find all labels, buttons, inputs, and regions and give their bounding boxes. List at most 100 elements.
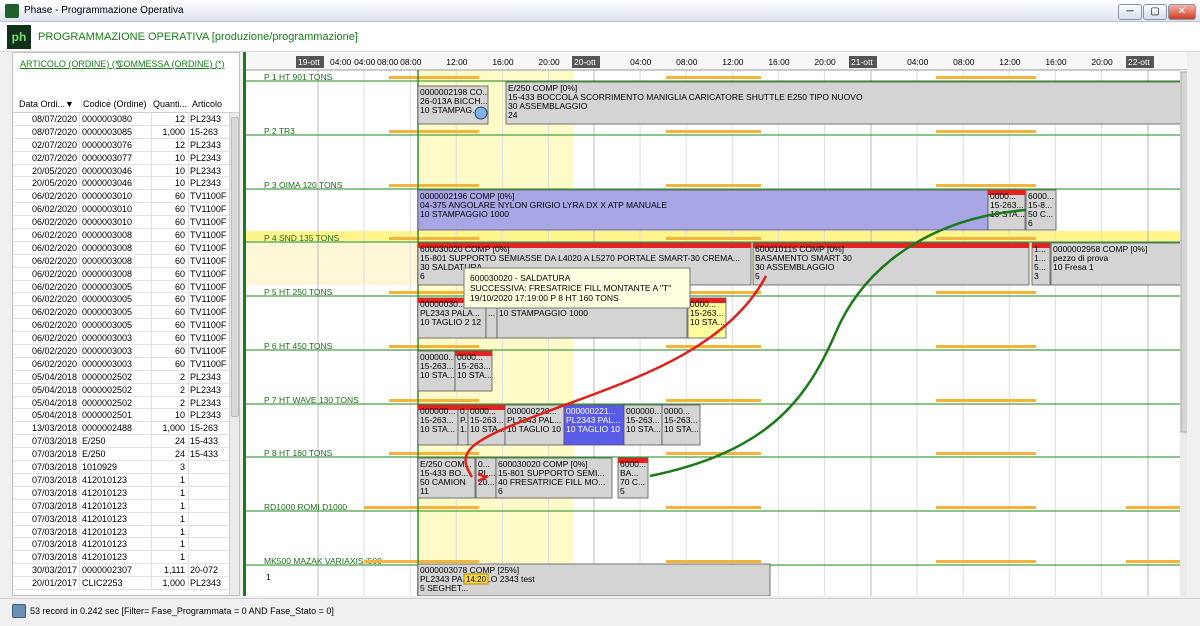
table-row[interactable]: 20/01/2017 CLIC2253 1,000 PL2343 — [13, 577, 239, 590]
table-row[interactable]: 08/07/2020 0000003080 12 PL2343 — [13, 113, 239, 126]
table-row[interactable]: 06/02/2020 0000003010 60 TV1100F — [13, 190, 239, 204]
task-text: 11 — [420, 486, 429, 496]
table-row[interactable]: 05/04/2018 0000002501 10 PL2343 — [13, 409, 239, 423]
cell-quantita: 60 — [174, 320, 185, 331]
table-row[interactable]: 06/02/2020 0000003005 60 TV1100F — [13, 306, 239, 320]
cell-codice: 0000002502 — [82, 384, 133, 395]
column-divider — [151, 486, 152, 499]
table-row[interactable]: 05/04/2018 0000002502 2 PL2343 — [13, 396, 239, 410]
table-row[interactable]: 06/02/2020 0000003005 60 TV1100F — [13, 280, 239, 294]
task-bar[interactable]: 000000...15-263...10 STA... — [623, 404, 663, 446]
table-row[interactable]: 13/03/2018 0000002488 1,000 15-263 — [13, 422, 239, 436]
availability-bar — [389, 130, 479, 133]
task-bar[interactable]: 0000...15-263...10 STA... — [661, 404, 701, 446]
table-row[interactable]: 06/02/2020 0000003010 60 TV1100F — [13, 203, 239, 217]
column-divider — [151, 512, 152, 525]
cell-quantita: 60 — [174, 294, 185, 305]
column-divider — [79, 396, 80, 409]
table-row[interactable]: 02/07/2020 0000003077 10 PL2343 — [13, 151, 239, 165]
close-button[interactable]: ✕ — [1168, 4, 1196, 20]
table-row[interactable]: 07/03/2018 412010123 1 — [13, 473, 239, 487]
task-bar[interactable]: 6000...BA...70 C...5 — [617, 457, 649, 499]
task-block[interactable] — [505, 81, 1187, 125]
column-divider — [79, 293, 80, 306]
table-row[interactable]: 06/02/2020 0000003008 60 TV1100F — [13, 254, 239, 268]
table-row[interactable]: 05/04/2018 0000002502 2 PL2343 — [13, 383, 239, 397]
table-row[interactable]: 07/03/2018 E/250 24 15-433 — [13, 435, 239, 449]
column-divider — [188, 177, 189, 190]
table-row[interactable]: 07/03/2018 412010123 1 — [13, 538, 239, 552]
column-divider — [79, 370, 80, 383]
column-divider — [188, 422, 189, 435]
table-row[interactable]: 06/02/2020 0000003003 60 TV1100F — [13, 357, 239, 371]
table-row[interactable]: 20/05/2020 0000003046 10 PL2343 — [13, 177, 239, 191]
cell-quantita: 10 — [174, 152, 185, 163]
gantt-chart[interactable]: 19-ott 04:00 08:00 12:00 16:00 20:00 20-ott 04:… — [243, 52, 1187, 596]
table-row[interactable]: 06/02/2020 0000003008 60 TV1100F — [13, 267, 239, 281]
table-row[interactable]: 07/03/2018 E/250 24 15-433 — [13, 448, 239, 462]
gantt-scrollbar-thumb[interactable] — [1180, 71, 1187, 433]
column-header-articolo[interactable]: Articolo — [192, 99, 222, 109]
table-row[interactable]: 07/03/2018 412010123 1 — [13, 551, 239, 565]
table-row[interactable]: 07/03/2018 412010123 1 — [13, 486, 239, 500]
cell-codice: 0000003076 — [82, 139, 133, 150]
vertical-scrollbar[interactable] — [229, 113, 239, 595]
task-bar[interactable]: 0000002196 COMP [0%]04-375 ANGOLARE NYLO… — [417, 189, 989, 231]
column-divider — [188, 216, 189, 229]
column-divider — [151, 125, 152, 138]
table-row[interactable]: 07/03/2018 1010929 3 — [13, 461, 239, 474]
task-bar[interactable]: E/250 COMP [0%]15-433 BOCCOLA SCORRIMENT… — [505, 81, 1187, 125]
availability-bar — [389, 506, 479, 509]
table-row[interactable]: 06/02/2020 0000003010 60 TV1100F — [13, 216, 239, 230]
gantt-canvas[interactable]: 19-ott 04:00 08:00 12:00 16:00 20:00 20-ott 04:… — [246, 52, 1187, 596]
table-row[interactable]: 20/05/2020 0000003046 10 PL2343 — [13, 164, 239, 178]
resource-label: P 5 HT 250 TONS — [264, 287, 333, 297]
task-bar[interactable]: 000000221...PL2343 PAL...10 TAGLIO 10 — [563, 404, 625, 446]
table-row[interactable]: 07/03/2018 412010123 1 — [13, 499, 239, 513]
filter-bar: ARTICOLO (ORDINE) (*) COMMESSA (ORDINE) … — [13, 53, 239, 95]
task-bar[interactable]: 600010115 COMP [0%]BASAMENTO SMART 3030 … — [752, 242, 1030, 286]
table-row[interactable]: 08/07/2020 0000003085 1,000 15-263 — [13, 125, 239, 139]
task-bar[interactable]: 600030020 COMP [0%]15-801 SUPPORTO SEMI.… — [495, 457, 613, 499]
hour-label: 20:00 — [814, 57, 836, 67]
table-row[interactable]: 06/02/2020 0000003005 60 TV1100F — [13, 293, 239, 307]
table-row[interactable]: 06/02/2020 0000003003 60 TV1100F — [13, 332, 239, 346]
availability-bar — [1126, 560, 1186, 563]
table-row[interactable]: 06/02/2020 0000003005 60 TV1100F — [13, 319, 239, 333]
task-bar[interactable]: 000000...15-263...10 STA... — [417, 404, 459, 446]
task-bar[interactable]: 1...1...5...3 — [1031, 242, 1051, 286]
table-row[interactable]: 06/02/2020 0000003008 60 TV1100F — [13, 229, 239, 242]
hour-label: 04:00 — [630, 57, 652, 67]
task-bar[interactable]: 0000...15-263...10 STA... — [687, 297, 727, 339]
cell-articolo: TV1100F — [190, 230, 227, 241]
task-bar[interactable]: 0000...15-263...10 STA... — [454, 350, 493, 392]
column-divider — [188, 512, 189, 525]
task-bar[interactable]: 0000002958 COMP [0%]pezzo di prova10 Fre… — [1050, 242, 1187, 286]
task-bar[interactable]: 000000...15-263...10 STA... — [417, 350, 456, 392]
filter-tab-articolo[interactable]: ARTICOLO (ORDINE) (*) — [20, 59, 121, 69]
scrollbar-thumb[interactable] — [231, 117, 239, 417]
task-bar[interactable]: 6000...15-8...50 C...6 — [1025, 189, 1057, 231]
table-row[interactable]: 07/03/2018 412010123 1 — [13, 512, 239, 526]
column-header-quantita[interactable]: Quanti... — [153, 99, 187, 109]
minimize-button[interactable]: ─ — [1118, 4, 1142, 20]
task-text: 10 STA... — [420, 370, 455, 380]
column-header-codice[interactable]: Codice (Ordine) — [83, 99, 147, 109]
table-row[interactable]: 30/03/2017 0000002307 1,111 20-072 — [13, 564, 239, 578]
table-row[interactable]: 07/03/2018 412010123 1 — [13, 525, 239, 539]
cell-articolo: PL2343 — [190, 578, 222, 589]
column-divider — [188, 151, 189, 164]
table-row[interactable]: 05/04/2018 0000002502 2 PL2343 — [13, 370, 239, 384]
table-row[interactable]: 02/07/2020 0000003076 12 PL2343 — [13, 138, 239, 152]
column-divider — [188, 203, 189, 216]
maximize-button[interactable]: ▢ — [1143, 4, 1167, 20]
column-divider — [188, 164, 189, 177]
column-divider — [79, 125, 80, 138]
filter-tab-commessa[interactable]: COMMESSA (ORDINE) (*) — [117, 59, 225, 69]
column-divider — [188, 383, 189, 396]
task-bar[interactable]: 0000...15-263...10 STA... — [467, 404, 506, 446]
column-header-data[interactable]: Data Ordi... — [19, 99, 65, 109]
table-row[interactable]: 06/02/2020 0000003003 60 TV1100F — [13, 345, 239, 358]
table-row[interactable]: 06/02/2020 0000003008 60 TV1100F — [13, 241, 239, 255]
column-divider — [151, 319, 152, 332]
